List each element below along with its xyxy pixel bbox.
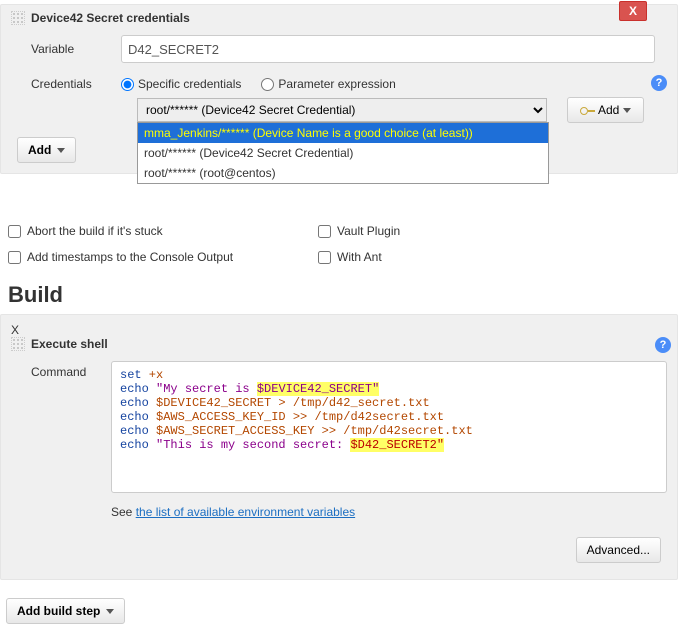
drag-handle-icon[interactable] xyxy=(11,337,25,351)
radio-specific-text: Specific credentials xyxy=(138,77,241,91)
close-section-button[interactable]: X xyxy=(619,1,647,21)
dropdown-option-2[interactable]: root/****** (Device42 Secret Credential) xyxy=(138,143,548,163)
add-credentials-button[interactable]: Add xyxy=(567,97,644,123)
checkbox-vault-label: Vault Plugin xyxy=(337,224,400,238)
radio-param-label[interactable]: Parameter expression xyxy=(261,77,395,91)
execute-shell-section: X ? Execute shell Command set +x echo "M… xyxy=(0,314,678,580)
advanced-button[interactable]: Advanced... xyxy=(576,537,661,563)
section-add-button[interactable]: Add xyxy=(17,137,76,163)
credentials-label: Credentials xyxy=(31,77,111,91)
chevron-down-icon xyxy=(57,148,65,153)
key-icon xyxy=(580,107,594,114)
add-build-step-row: Add build step xyxy=(6,598,678,624)
radio-specific[interactable] xyxy=(121,78,134,91)
close-exec-button[interactable]: X xyxy=(11,323,667,337)
variable-input[interactable] xyxy=(121,35,655,63)
checkbox-withant-input[interactable] xyxy=(318,251,331,264)
radio-param[interactable] xyxy=(261,78,274,91)
help-icon[interactable]: ? xyxy=(651,75,667,91)
build-heading: Build xyxy=(8,282,670,308)
help-icon[interactable]: ? xyxy=(655,337,671,353)
credentials-dropdown-list: mma_Jenkins/****** (Device Name is a goo… xyxy=(137,122,549,184)
command-textarea[interactable]: set +x echo "My secret is $DEVICE42_SECR… xyxy=(111,361,667,493)
options-grid: Abort the build if it's stuck Vault Plug… xyxy=(8,224,670,264)
see-prefix: See xyxy=(111,505,136,519)
checkbox-timestamps-label: Add timestamps to the Console Output xyxy=(27,250,233,264)
exec-header: Execute shell xyxy=(11,337,667,351)
dropdown-option-1[interactable]: mma_Jenkins/****** (Device Name is a goo… xyxy=(138,123,548,143)
radio-param-text: Parameter expression xyxy=(278,77,395,91)
drag-handle-icon[interactable] xyxy=(11,11,25,25)
advanced-label: Advanced... xyxy=(587,543,650,557)
see-line: See the list of available environment va… xyxy=(111,505,667,519)
dropdown-option-3[interactable]: root/****** (root@centos) xyxy=(138,163,548,183)
env-vars-link[interactable]: the list of available environment variab… xyxy=(136,505,355,519)
command-label: Command xyxy=(31,361,101,379)
advanced-row: Advanced... xyxy=(11,537,661,563)
checkbox-timestamps[interactable]: Add timestamps to the Console Output xyxy=(8,250,318,264)
command-row: Command set +x echo "My secret is $DEVIC… xyxy=(31,361,667,493)
checkbox-timestamps-input[interactable] xyxy=(8,251,21,264)
checkbox-vault[interactable]: Vault Plugin xyxy=(318,224,670,238)
add-credentials-label: Add xyxy=(598,103,619,117)
checkbox-abort-label: Abort the build if it's stuck xyxy=(27,224,163,238)
checkbox-abort-input[interactable] xyxy=(8,225,21,238)
checkbox-abort[interactable]: Abort the build if it's stuck xyxy=(8,224,318,238)
checkbox-withant-label: With Ant xyxy=(337,250,382,264)
add-build-step-label: Add build step xyxy=(17,604,100,618)
variable-row: Variable xyxy=(31,35,667,63)
credentials-select-row: root/****** (Device42 Secret Credential)… xyxy=(137,97,667,123)
variable-label: Variable xyxy=(31,42,111,56)
checkbox-vault-input[interactable] xyxy=(318,225,331,238)
credentials-row: Credentials Specific credentials Paramet… xyxy=(31,77,667,123)
section-title: Device42 Secret credentials xyxy=(31,11,190,25)
radio-specific-label[interactable]: Specific credentials xyxy=(121,77,241,91)
checkbox-withant[interactable]: With Ant xyxy=(318,250,670,264)
section-add-label: Add xyxy=(28,143,51,157)
device42-credentials-section: X Device42 Secret credentials Variable C… xyxy=(0,4,678,174)
exec-title: Execute shell xyxy=(31,337,108,351)
add-build-step-button[interactable]: Add build step xyxy=(6,598,125,624)
credentials-select[interactable]: root/****** (Device42 Secret Credential) xyxy=(137,98,547,122)
credentials-radio-row: Specific credentials Parameter expressio… xyxy=(121,77,667,91)
chevron-down-icon xyxy=(106,609,114,614)
section-header: Device42 Secret credentials xyxy=(11,11,667,25)
chevron-down-icon xyxy=(623,108,631,113)
